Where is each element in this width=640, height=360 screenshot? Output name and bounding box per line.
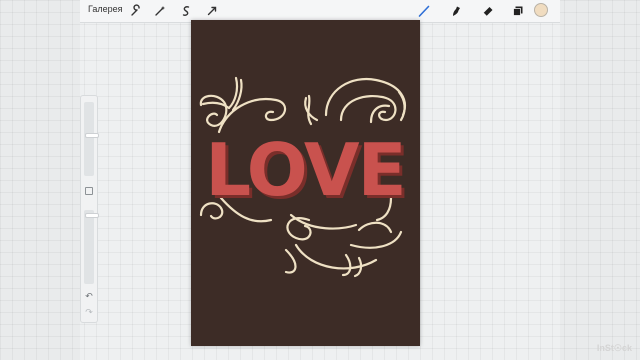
smudge-icon[interactable] [448,3,464,19]
gallery-button[interactable]: Галерея [88,4,123,14]
screen-edge-right [560,0,640,360]
color-picker-swatch[interactable] [534,3,548,17]
magic-wand-icon[interactable] [152,3,168,19]
undo-icon[interactable]: ↶ [83,290,95,302]
love-letters: LOVE [205,128,405,212]
wrench-icon[interactable] [128,3,144,19]
layers-icon[interactable] [510,3,526,19]
brush-size-thumb[interactable] [85,133,99,138]
eraser-icon[interactable] [480,3,496,19]
brush-icon[interactable] [416,3,432,19]
watermark-logo: InSt☉ck [596,343,632,353]
artwork: LOVE LOVE [199,76,410,278]
brush-opacity-slider[interactable] [84,210,99,284]
selection-icon[interactable] [178,3,194,19]
brush-opacity-thumb[interactable] [85,213,99,218]
screen-edge-left [0,0,80,360]
transform-arrow-icon[interactable] [204,3,220,19]
love-lettering: LOVE LOVE [205,128,410,215]
modify-button[interactable] [85,187,93,195]
redo-icon[interactable]: ↷ [83,306,95,318]
brush-size-slider[interactable] [84,102,99,176]
left-sidebar: ↶ ↷ [80,95,99,323]
drawing-canvas[interactable]: LOVE LOVE [191,20,420,346]
